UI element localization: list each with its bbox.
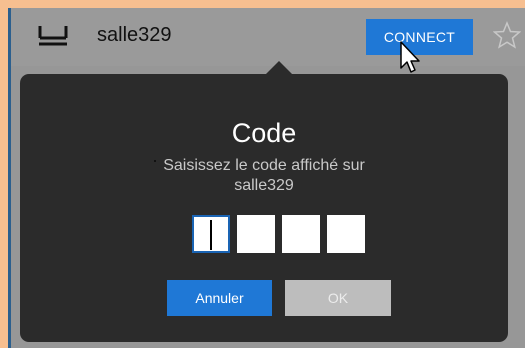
dialog-title: Code [231,118,297,148]
router-icon [38,26,68,46]
ok-button[interactable]: OK [285,280,391,316]
code-digit-3[interactable] [282,215,320,253]
text-caret [210,220,212,250]
device-name: salle329 [97,24,172,46]
code-dialog: Code Saisissez le code affiché sur salle… [20,74,508,342]
code-digit-4[interactable] [327,215,365,253]
dialog-message-line1: Saisissez le code affiché sur [163,157,365,174]
code-digit-2[interactable] [237,215,275,253]
dialog-message-line2: salle329 [234,177,294,194]
cancel-button[interactable]: Annuler [167,280,272,316]
code-input-group [192,215,365,253]
dialog-pointer-arrow [265,61,293,75]
mouse-cursor-icon [400,41,420,73]
device-row[interactable]: salle329 CONNECT [11,8,525,66]
star-outline-icon[interactable] [493,21,521,49]
dialog-message: Saisissez le code affiché sur salle329 [140,156,388,196]
code-digit-1[interactable] [192,215,230,253]
